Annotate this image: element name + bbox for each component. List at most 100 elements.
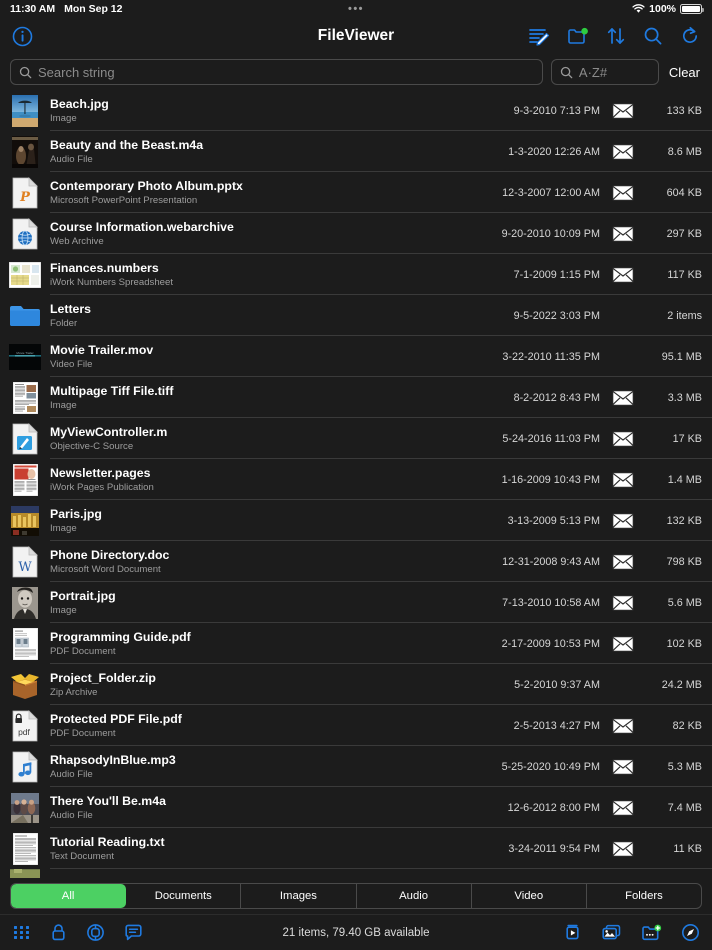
compass-icon[interactable] (681, 923, 700, 942)
status-bar-left: 11:30 AM Mon Sep 12 (10, 3, 123, 15)
file-date: 12-31-2008 9:43 AM (502, 555, 600, 568)
search-icon[interactable] (643, 26, 663, 46)
file-kind: Text Document (50, 850, 114, 862)
file-kind: Audio File (50, 768, 93, 780)
pages-newsletter-thumbnail (8, 463, 42, 497)
filter-tab-documents[interactable]: Documents (126, 884, 242, 908)
table-row[interactable]: Course Information.webarchive Web Archive… (0, 213, 712, 254)
mail-envelope-icon[interactable] (600, 717, 646, 734)
az-scope-input[interactable]: A·Z# (550, 59, 659, 85)
file-row-text: Beauty and the Beast.m4a Audio File (42, 138, 508, 166)
table-row[interactable]: Movie Trailer Movie Trailer.mov Video Fil… (0, 336, 712, 377)
mail-envelope-icon[interactable] (600, 553, 646, 570)
table-row[interactable]: Project_Folder.zip Zip Archive 5-2-2010 9:… (0, 664, 712, 705)
navbar-actions (528, 26, 700, 46)
table-row[interactable]: Finances.numbers iWork Numbers Spreadshee… (0, 254, 712, 295)
file-date: 8-2-2012 8:43 PM (513, 391, 600, 404)
file-size: 17 KB (672, 432, 702, 445)
mail-envelope-icon[interactable] (600, 512, 646, 529)
xcode-source-icon (8, 422, 42, 456)
partial-thumbnail (8, 869, 42, 878)
photo-portrait-thumbnail (8, 586, 42, 620)
file-size: 117 KB (667, 268, 702, 281)
table-row[interactable]: Paris.jpg Image 3-13-2009 5:13 PM 132 KB (0, 500, 712, 541)
photo-paris-thumbnail (8, 504, 42, 538)
filter-segmented-control[interactable]: All Documents Images Audio Video Folders (10, 883, 702, 909)
file-date: 5-2-2010 9:37 AM (514, 678, 600, 691)
table-row[interactable]: Letters Folder 9-5-2022 3:03 PM 2 items (0, 295, 712, 336)
table-row[interactable]: Programming Guide.pdf PDF Document 2-17-20… (0, 623, 712, 664)
file-kind: Audio File (50, 809, 93, 821)
file-name: Portrait.jpg (50, 588, 116, 603)
file-date: 1-16-2009 10:43 PM (501, 473, 600, 486)
refresh-icon[interactable] (680, 26, 700, 46)
file-name: Newsletter.pages (50, 465, 151, 480)
battery-percent-label: 100% (649, 3, 676, 15)
filter-tab-images[interactable]: Images (241, 884, 357, 908)
new-folder-icon[interactable] (567, 26, 589, 46)
search-input[interactable]: Search string (10, 59, 543, 85)
mail-envelope-icon[interactable] (600, 635, 646, 652)
file-row-text: Letters Folder (42, 302, 514, 330)
mail-envelope-icon[interactable] (600, 799, 646, 816)
video-play-icon[interactable] (563, 923, 582, 942)
clear-button[interactable]: Clear (667, 65, 702, 80)
table-row-partial[interactable] (0, 869, 712, 878)
album-art-people-thumbnail (8, 791, 42, 825)
file-date: 12-6-2012 8:00 PM (507, 801, 600, 814)
table-row[interactable]: Beach.jpg Image 9-3-2010 7:13 PM 133 KB (0, 90, 712, 131)
mail-envelope-icon[interactable] (600, 840, 646, 857)
grid-apps-icon[interactable] (12, 923, 31, 942)
lock-icon[interactable] (50, 923, 67, 942)
table-row[interactable]: Tutorial Reading.txt Text Document 3-24-20… (0, 828, 712, 869)
file-date: 9-5-2022 3:03 PM (513, 309, 600, 322)
wifi-icon (632, 4, 645, 14)
file-kind: Image (50, 604, 77, 616)
file-row-text: RhapsodyInBlue.mp3 Audio File (42, 753, 502, 781)
table-row[interactable]: MyViewController.m Objective-C Source 5-24… (0, 418, 712, 459)
file-name: Beauty and the Beast.m4a (50, 137, 204, 152)
edit-list-icon[interactable] (528, 26, 550, 46)
table-row[interactable]: P Contemporary Photo Album.pptx Microsoft… (0, 172, 712, 213)
mail-envelope-icon[interactable] (600, 225, 646, 242)
file-kind: Image (50, 112, 77, 124)
mail-envelope-icon[interactable] (600, 471, 646, 488)
mail-envelope-icon[interactable] (600, 430, 646, 447)
mail-envelope-icon[interactable] (600, 102, 646, 119)
file-name: Contemporary Photo Album.pptx (50, 178, 243, 193)
table-row[interactable]: Newsletter.pages iWork Pages Publication 1… (0, 459, 712, 500)
mail-envelope-icon[interactable] (600, 266, 646, 283)
filter-tab-video[interactable]: Video (472, 884, 587, 908)
file-kind: Web Archive (50, 235, 104, 247)
table-row[interactable]: Beauty and the Beast.m4a Audio File 1-3-20… (0, 131, 712, 172)
table-row[interactable]: pdf Protected PDF File.pdf PDF Document 2-… (0, 705, 712, 746)
table-row[interactable]: There You'll Be.m4a Audio File 12-6-2012 8… (0, 787, 712, 828)
photos-icon[interactable] (601, 923, 622, 942)
mail-envelope-icon[interactable] (600, 389, 646, 406)
info-circle-icon[interactable] (12, 26, 33, 47)
album-art-thumbnail (8, 135, 42, 169)
status-date: Mon Sep 12 (64, 3, 123, 15)
mail-envelope-icon[interactable] (600, 143, 646, 160)
file-date: 3-24-2011 9:54 PM (508, 842, 600, 855)
table-row[interactable]: Multipage Tiff File.tiff Image 8-2-2012 8:… (0, 377, 712, 418)
chat-bubble-icon[interactable] (124, 923, 143, 942)
table-row[interactable]: W Phone Directory.doc Microsoft Word Docu… (0, 541, 712, 582)
filter-tab-folders[interactable]: Folders (587, 884, 701, 908)
file-list[interactable]: Beach.jpg Image 9-3-2010 7:13 PM 133 KB Be… (0, 90, 712, 878)
table-row[interactable]: Portrait.jpg Image 7-13-2010 10:58 AM 5.6 … (0, 582, 712, 623)
mail-envelope-icon[interactable] (600, 184, 646, 201)
filter-tab-all[interactable]: All (11, 884, 127, 908)
lifebuoy-icon[interactable] (86, 923, 105, 942)
file-date: 2-17-2009 10:53 PM (501, 637, 600, 650)
file-name: MyViewController.m (50, 424, 168, 439)
file-row-text: Portrait.jpg Image (42, 589, 502, 617)
battery-icon (680, 4, 704, 14)
filter-tab-audio[interactable]: Audio (357, 884, 472, 908)
sort-icon[interactable] (606, 26, 626, 46)
add-folder-icon[interactable] (641, 923, 662, 942)
mail-envelope-icon[interactable] (600, 594, 646, 611)
file-row-text: There You'll Be.m4a Audio File (42, 794, 508, 822)
mail-envelope-icon[interactable] (600, 758, 646, 775)
table-row[interactable]: RhapsodyInBlue.mp3 Audio File 5-25-2020 10… (0, 746, 712, 787)
